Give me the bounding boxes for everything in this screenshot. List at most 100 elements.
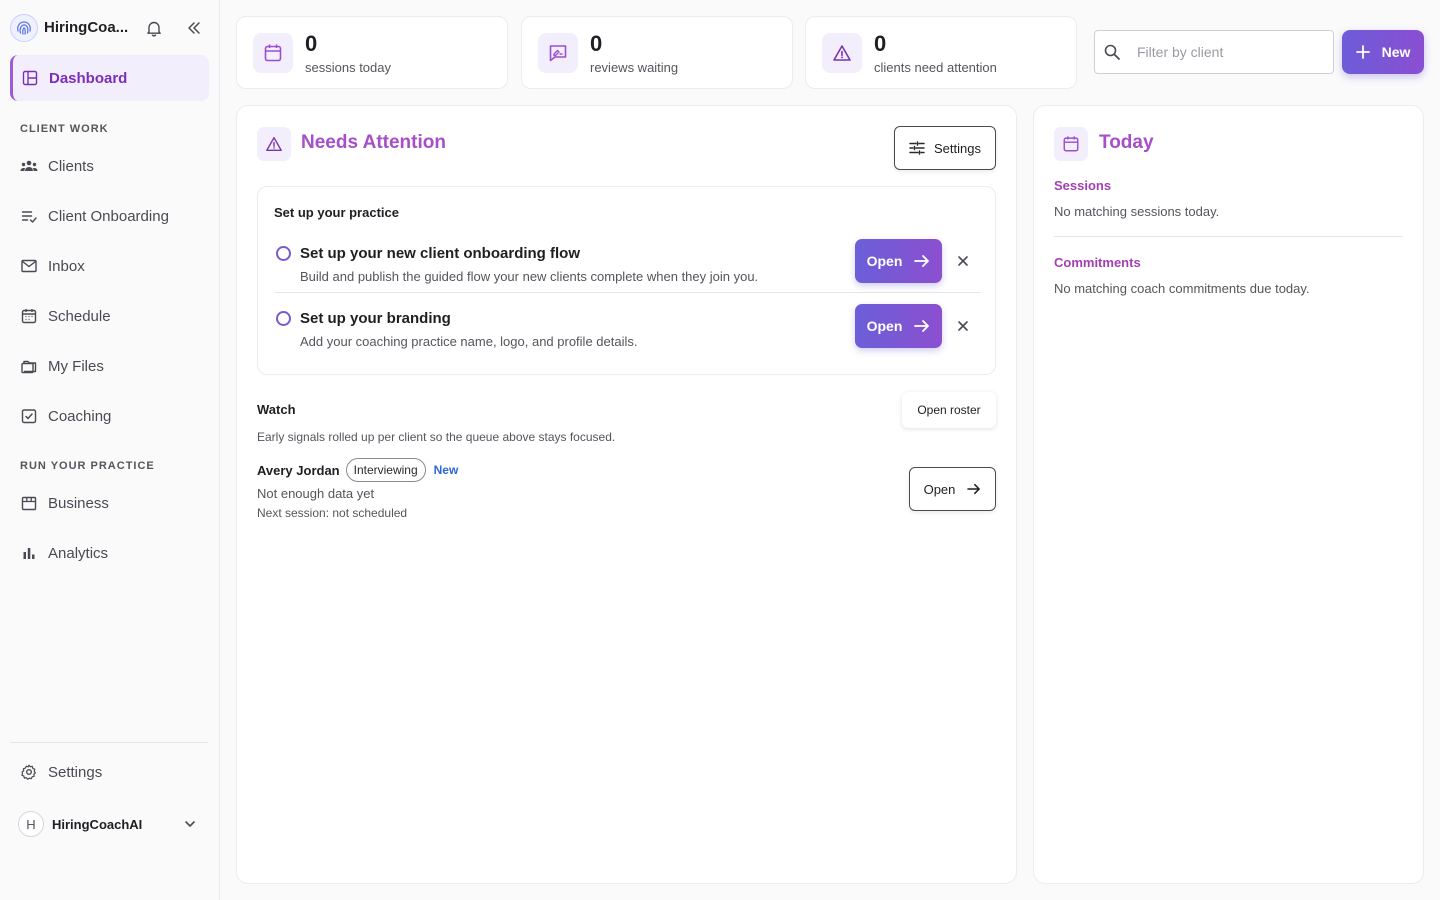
- avatar: H: [18, 811, 44, 837]
- stat-label: sessions today: [305, 60, 391, 75]
- close-icon[interactable]: [956, 254, 970, 268]
- open-client-button[interactable]: Open: [909, 467, 996, 511]
- watch-client-row: Avery Jordan Interviewing New: [257, 458, 458, 482]
- commitments-empty: No matching coach commitments due today.: [1054, 281, 1310, 296]
- task-title: Set up your branding: [300, 310, 451, 327]
- collapse-sidebar-icon[interactable]: [185, 19, 203, 37]
- today-divider: [1054, 236, 1403, 237]
- stat-value: 0: [874, 31, 887, 56]
- store-icon: [20, 494, 38, 512]
- filter-by-client[interactable]: [1094, 30, 1334, 74]
- settings-button-label: Settings: [934, 140, 981, 156]
- sidebar-item-inbox[interactable]: Inbox: [10, 243, 209, 289]
- users-icon: [20, 157, 38, 175]
- sidebar-item-coaching[interactable]: Coaching: [10, 393, 209, 439]
- task-complete-radio[interactable]: [276, 311, 291, 326]
- sidebar-item-client-onboarding[interactable]: Client Onboarding: [10, 193, 209, 239]
- today-panel: Today Sessions No matching sessions toda…: [1033, 105, 1424, 884]
- watch-title: Watch: [257, 402, 296, 417]
- close-icon[interactable]: [956, 319, 970, 333]
- sidebar-item-label: Client Onboarding: [48, 207, 169, 225]
- search-icon: [1103, 43, 1121, 61]
- commitments-label: Commitments: [1054, 255, 1141, 270]
- sidebar-divider: [10, 742, 208, 743]
- filter-input[interactable]: [1137, 44, 1317, 60]
- brand-logo[interactable]: [10, 14, 38, 42]
- calendar-icon: [20, 307, 38, 325]
- calendar-icon: [253, 33, 293, 73]
- task-complete-radio[interactable]: [276, 246, 291, 261]
- plus-icon: [1355, 45, 1370, 59]
- sidebar-item-my-files[interactable]: My Files: [10, 343, 209, 389]
- stat-label: clients need attention: [874, 60, 997, 75]
- sidebar-item-label: Inbox: [48, 257, 85, 275]
- task-title: Set up your new client onboarding flow: [300, 245, 581, 262]
- calendar-icon: [1054, 127, 1088, 161]
- new-button[interactable]: New: [1342, 30, 1424, 74]
- task-description: Add your coaching practice name, logo, a…: [300, 334, 638, 349]
- arrow-right-icon: [967, 483, 981, 495]
- task-item: Set up your new client onboarding flow B…: [274, 233, 980, 293]
- open-roster-button[interactable]: Open roster: [902, 392, 996, 428]
- sessions-empty: No matching sessions today.: [1054, 204, 1220, 219]
- arrow-right-icon: [914, 254, 930, 268]
- review-icon: [538, 33, 578, 73]
- fingerprint-icon: [17, 21, 31, 35]
- setup-title: Set up your practice: [274, 205, 399, 220]
- panel-title: Needs Attention: [301, 132, 446, 153]
- brand-row: HiringCoa...: [0, 0, 220, 56]
- task-description: Build and publish the guided flow your n…: [300, 269, 759, 284]
- sidebar-item-label: Business: [48, 494, 109, 512]
- check-square-icon: [20, 407, 38, 425]
- client-name[interactable]: Avery Jordan: [257, 463, 340, 478]
- stage-badge: Interviewing: [345, 458, 426, 482]
- warning-icon: [257, 127, 291, 161]
- sidebar-item-clients[interactable]: Clients: [10, 143, 209, 189]
- stat-card-sessions-today[interactable]: 0 sessions today: [236, 16, 508, 89]
- sidebar-item-schedule[interactable]: Schedule: [10, 293, 209, 339]
- sidebar-item-label: Settings: [48, 763, 103, 781]
- section-label-client-work: CLIENT WORK: [20, 123, 109, 135]
- watch-description: Early signals rolled up per client so th…: [257, 430, 616, 444]
- open-label: Open: [866, 253, 903, 269]
- stat-label: reviews waiting: [590, 60, 679, 75]
- sidebar-item-business[interactable]: Business: [10, 480, 209, 526]
- stat-card-clients-need-attention[interactable]: 0 clients need attention: [805, 16, 1077, 89]
- task-item: Set up your branding Add your coaching p…: [274, 298, 980, 358]
- needs-attention-panel: Needs Attention Settings Set up your pra…: [236, 105, 1017, 884]
- mail-icon: [20, 257, 38, 275]
- sliders-icon: [909, 141, 925, 155]
- bar-chart-icon: [20, 544, 38, 562]
- sidebar-item-label: Coaching: [48, 407, 112, 425]
- sidebar-item-label: Dashboard: [49, 69, 128, 87]
- open-onboarding-button[interactable]: Open: [855, 239, 942, 283]
- bell-icon[interactable]: [145, 19, 163, 37]
- stat-card-reviews-waiting[interactable]: 0 reviews waiting: [521, 16, 793, 89]
- sidebar-item-dashboard[interactable]: Dashboard: [10, 55, 209, 101]
- stat-value: 0: [590, 31, 603, 56]
- new-badge: New: [433, 463, 459, 477]
- sessions-label: Sessions: [1054, 178, 1112, 193]
- open-branding-button[interactable]: Open: [855, 304, 942, 348]
- sidebar-item-label: Schedule: [48, 307, 111, 325]
- arrow-right-icon: [914, 319, 930, 333]
- gear-icon: [20, 763, 38, 781]
- sidebar-item-settings[interactable]: Settings: [10, 749, 209, 795]
- folder-icon: [20, 357, 38, 375]
- panel-title: Today: [1099, 132, 1154, 153]
- attention-settings-button[interactable]: Settings: [894, 126, 996, 170]
- sidebar: HiringCoa... Dashboard CLIENT WORK Clien…: [0, 0, 220, 900]
- sidebar-item-analytics[interactable]: Analytics: [10, 530, 209, 576]
- warning-icon: [822, 33, 862, 73]
- user-name: HiringCoachAI: [52, 816, 143, 832]
- user-menu[interactable]: H HiringCoachAI: [10, 804, 209, 844]
- new-button-label: New: [1381, 44, 1411, 60]
- checklist-icon: [20, 207, 38, 225]
- sidebar-item-label: My Files: [48, 357, 104, 375]
- setup-practice-card: Set up your practice Set up your new cli…: [257, 186, 996, 375]
- client-next-session: Next session: not scheduled: [257, 506, 408, 520]
- chevron-down-icon: [183, 817, 197, 831]
- client-status: Not enough data yet: [257, 486, 375, 501]
- sidebar-item-label: Clients: [48, 157, 94, 175]
- dashboard-icon: [21, 69, 39, 87]
